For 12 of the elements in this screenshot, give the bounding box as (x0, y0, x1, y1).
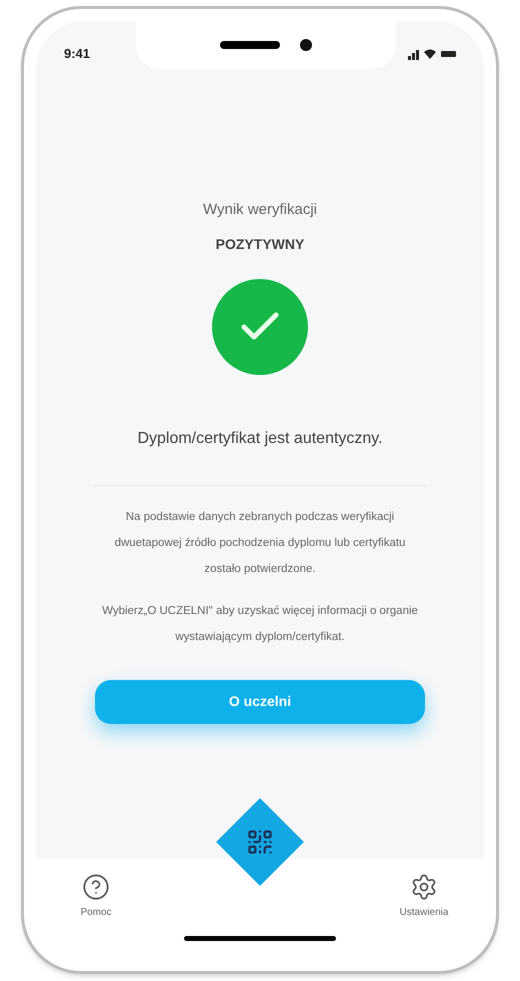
qr-code-icon (246, 828, 274, 856)
settings-icon (410, 873, 438, 901)
help-icon (82, 873, 110, 901)
settings-tab[interactable]: Ustawienia (384, 873, 464, 920)
info-paragraph: Wybierz„O UCZELNI" aby uzyskać więcej informacji o organie wystawiającym dyplom/certyfikat. (101, 604, 419, 644)
result-title: Wynik weryfikacji (202, 200, 318, 220)
result-status: POZYTYWNY (216, 234, 304, 254)
verification-message: Dyplom/certyfikat jest autentyczny. (137, 428, 383, 448)
status-icons (408, 48, 456, 60)
info-paragraph: Na podstawie danych zebranych podczas weryfikacji dwuetapowej źródło pochodzenia dyplomu lub certyfikatu zostało potwierdzone. (114, 510, 406, 576)
status-time: 9:41 (64, 45, 90, 64)
help-tab[interactable]: Pomoc (56, 873, 136, 920)
